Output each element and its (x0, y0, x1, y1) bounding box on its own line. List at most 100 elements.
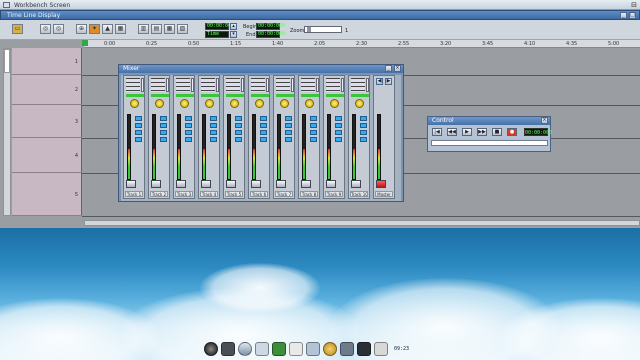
export-icon[interactable]: ▧ (177, 24, 188, 34)
eq-icon[interactable] (351, 78, 365, 92)
record-arm-button[interactable] (210, 130, 217, 135)
record-arm-button[interactable] (335, 130, 342, 135)
eq-toggle-button[interactable] (266, 78, 269, 92)
master-prev-button[interactable]: ◀ (376, 78, 383, 85)
monitor-button[interactable] (210, 137, 217, 142)
eq-toggle-button[interactable] (341, 78, 344, 92)
volume-fader[interactable] (276, 180, 286, 188)
control-close-button[interactable]: × (541, 117, 548, 124)
record-arm-button[interactable] (360, 130, 367, 135)
pan-knob[interactable] (155, 99, 164, 108)
solo-button[interactable] (185, 123, 192, 128)
solo-button[interactable] (360, 123, 367, 128)
pan-knob[interactable] (180, 99, 189, 108)
image-viewer-icon[interactable] (306, 342, 320, 356)
eq-icon[interactable] (151, 78, 165, 92)
eq-icon[interactable] (276, 78, 290, 92)
monitor-button[interactable] (310, 137, 317, 142)
volume-fader[interactable] (326, 180, 336, 188)
timeline-titlebar[interactable]: Time Line Display _ □ (0, 10, 640, 20)
monitor-button[interactable] (335, 137, 342, 142)
volume-fader[interactable] (126, 180, 136, 188)
close-icon[interactable]: ⊟ (631, 1, 637, 9)
eq-toggle-button[interactable] (291, 78, 294, 92)
time-ruler[interactable]: 0:00 0:25 0:50 1:15 1:40 2:05 2:30 2:55 3:20 3:45… (84, 40, 640, 48)
marker-icon[interactable]: ▲ (102, 24, 113, 34)
record-settings-icon[interactable]: ◎ (40, 24, 51, 34)
eq-toggle-button[interactable] (366, 78, 369, 92)
volume-fader[interactable] (351, 180, 361, 188)
rewind-start-button[interactable]: |◀ (432, 128, 442, 136)
eq-icon[interactable] (126, 78, 140, 92)
eq-toggle-button[interactable] (166, 78, 169, 92)
mute-button[interactable] (135, 116, 142, 121)
pan-knob[interactable] (305, 99, 314, 108)
document-icon[interactable] (374, 342, 388, 356)
eq-toggle-button[interactable] (241, 78, 244, 92)
record-arm-button[interactable] (160, 130, 167, 135)
zoom-slider[interactable] (304, 26, 342, 33)
eq-toggle-button[interactable] (191, 78, 194, 92)
monitor-button[interactable] (135, 137, 142, 142)
record-arm-button[interactable] (185, 130, 192, 135)
vertical-scroll-thumb[interactable] (4, 49, 10, 73)
solo-button[interactable] (160, 123, 167, 128)
effects-icon[interactable]: ▤ (151, 24, 162, 34)
volume-fader[interactable] (151, 180, 161, 188)
minimize-button[interactable]: _ (620, 12, 627, 19)
monitor-button[interactable] (160, 137, 167, 142)
mute-button[interactable] (310, 116, 317, 121)
music-icon[interactable] (289, 342, 303, 356)
eq-icon[interactable] (326, 78, 340, 92)
eq-icon[interactable] (251, 78, 265, 92)
begin-field[interactable]: 00:00:000 (256, 23, 285, 30)
files-icon[interactable] (255, 342, 269, 356)
solo-button[interactable] (210, 123, 217, 128)
eq-icon[interactable] (226, 78, 240, 92)
time-up-button[interactable]: ▴ (230, 23, 237, 30)
play-button[interactable]: ▶ (462, 128, 472, 136)
fast-forward-button[interactable]: ▶▶ (477, 128, 487, 136)
transport-position-bar[interactable] (431, 140, 548, 146)
mixer-icon[interactable]: ▥ (138, 24, 149, 34)
camera-icon[interactable] (357, 342, 371, 356)
mute-button[interactable] (335, 116, 342, 121)
track-header-2[interactable]: 2 (12, 75, 82, 105)
eq-icon[interactable] (201, 78, 215, 92)
mute-button[interactable] (185, 116, 192, 121)
solo-button[interactable] (235, 123, 242, 128)
track-header-5[interactable]: 5 (12, 173, 82, 216)
pan-knob[interactable] (130, 99, 139, 108)
zoom-slider-handle[interactable] (307, 27, 311, 32)
vertical-scrollbar[interactable] (3, 48, 11, 216)
end-field[interactable]: 00:00:000 (256, 31, 285, 38)
track-header-1[interactable]: 1 (12, 48, 82, 75)
mute-button[interactable] (160, 116, 167, 121)
record-arm-button[interactable] (310, 130, 317, 135)
playback-settings-icon[interactable]: ◎ (53, 24, 64, 34)
settings-icon[interactable] (340, 342, 354, 356)
zoom-in-icon[interactable]: ⊕ (76, 24, 87, 34)
volume-fader[interactable] (201, 180, 211, 188)
pan-knob[interactable] (330, 99, 339, 108)
monitor-button[interactable] (285, 137, 292, 142)
volume-fader[interactable] (226, 180, 236, 188)
maximize-button[interactable]: □ (629, 12, 636, 19)
time-down-button[interactable]: ▾ (230, 31, 237, 38)
record-arm-button[interactable] (135, 130, 142, 135)
browser-icon[interactable] (238, 342, 252, 356)
solo-button[interactable] (285, 123, 292, 128)
mixer-titlebar[interactable]: Mixer _ × (119, 65, 403, 73)
record-button[interactable]: ● (507, 128, 517, 136)
mute-button[interactable] (260, 116, 267, 121)
editor-icon[interactable] (272, 342, 286, 356)
mixer-minimize-button[interactable]: _ (385, 65, 392, 72)
stop-button[interactable]: ■ (492, 128, 502, 136)
horizontal-scrollbar[interactable] (84, 220, 640, 226)
mute-button[interactable] (235, 116, 242, 121)
solo-button[interactable] (310, 123, 317, 128)
mixer-close-button[interactable]: × (394, 65, 401, 72)
pan-knob[interactable] (280, 99, 289, 108)
volume-fader[interactable] (376, 180, 386, 188)
tools-icon[interactable]: ✦ (89, 24, 100, 34)
